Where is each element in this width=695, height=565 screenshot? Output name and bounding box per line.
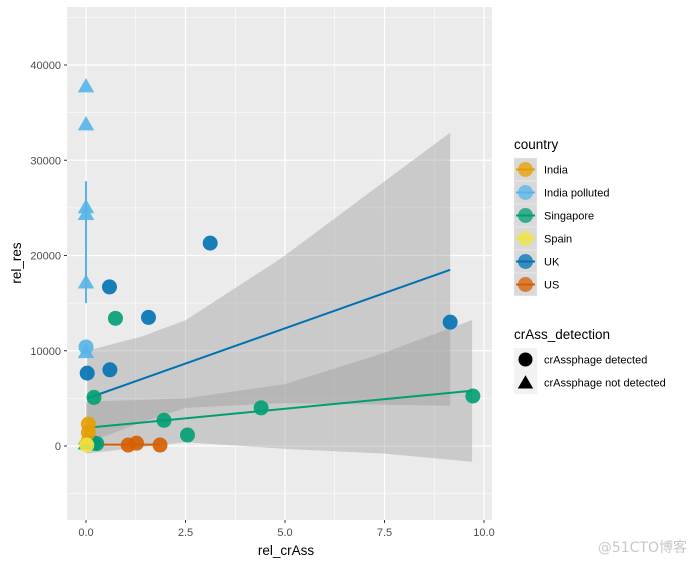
data-point-uk — [101, 279, 117, 295]
data-point-singapore — [253, 400, 269, 416]
data-point-uk — [442, 314, 458, 330]
data-point-uk — [202, 235, 218, 251]
x-tick-label: 7.5 — [377, 527, 392, 539]
data-point-uk — [79, 365, 95, 381]
x-tick-label: 5.0 — [277, 527, 292, 539]
data-point-us — [152, 437, 168, 453]
data-point-singapore — [465, 388, 481, 404]
y-tick-label: 40000 — [30, 60, 61, 72]
x-tick-label: 0.0 — [78, 527, 93, 539]
data-point-singapore — [107, 310, 123, 326]
watermark: @51CTO博客 — [597, 540, 687, 556]
legend-label: Spain — [544, 234, 572, 246]
data-point-spain — [79, 437, 95, 453]
y-tick-label: 30000 — [30, 155, 61, 167]
legend-label: crAssphage detected — [544, 355, 647, 367]
data-point-singapore — [179, 427, 195, 443]
y-tick-label: 10000 — [30, 346, 61, 358]
legend-title-country: country — [514, 137, 559, 152]
data-point-singapore — [156, 412, 172, 428]
legend-label: India polluted — [544, 188, 609, 200]
scatter-chart: 0.0 2.5 5.0 7.5 10.0 0 10000 20000 30000 40000 re… — [9, 7, 666, 558]
legend-label: UK — [544, 257, 560, 269]
legend-label: crAssphage not detected — [544, 378, 666, 390]
data-point-us — [129, 435, 145, 451]
data-point-uk — [140, 309, 156, 325]
x-tick-label: 2.5 — [178, 527, 193, 539]
x-tick-label: 10.0 — [473, 527, 494, 539]
legend-label: India — [544, 165, 569, 177]
y-tick-label: 0 — [55, 441, 61, 453]
legend-title-crass-detection: crAss_detection — [514, 327, 610, 342]
y-axis-title: rel_res — [9, 242, 24, 284]
legend-label: Singapore — [544, 211, 594, 223]
x-axis-title: rel_crAss — [258, 543, 315, 558]
legend-label: US — [544, 280, 559, 292]
data-point-uk — [102, 362, 118, 378]
legend: country India India polluted Singapore Spain… — [513, 137, 666, 394]
data-point-singapore — [86, 389, 102, 405]
y-tick-label: 20000 — [30, 251, 61, 263]
legend-key-circle-shape — [518, 352, 533, 367]
